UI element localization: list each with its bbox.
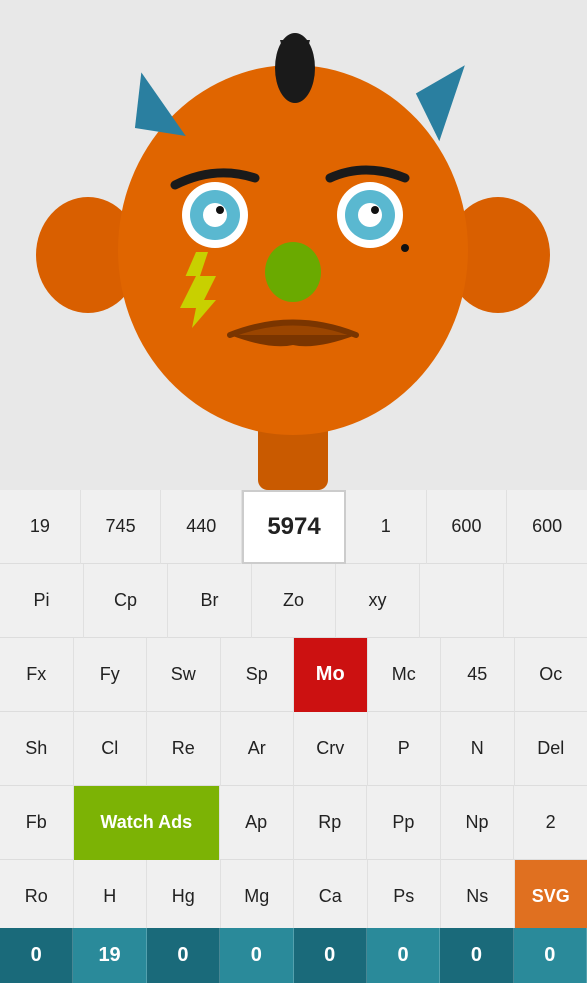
bottom-0a[interactable]: 0 xyxy=(0,928,73,983)
cell-score[interactable]: 5974 xyxy=(242,490,346,564)
cell-600b[interactable]: 600 xyxy=(507,490,587,564)
bottom-0b[interactable]: 0 xyxy=(147,928,220,983)
cell-p[interactable]: P xyxy=(368,712,442,786)
cell-ar[interactable]: Ar xyxy=(221,712,295,786)
row-pi: Pi Cp Br Zo xy xyxy=(0,564,587,638)
bottom-0c[interactable]: 0 xyxy=(220,928,293,983)
cell-ca[interactable]: Ca xyxy=(294,860,368,934)
cell-mg[interactable]: Mg xyxy=(221,860,295,934)
bottom-0g[interactable]: 0 xyxy=(514,928,587,983)
character-svg xyxy=(0,0,587,490)
cell-xy[interactable]: xy xyxy=(336,564,420,638)
cell-440[interactable]: 440 xyxy=(161,490,242,564)
bottom-bar: 0 19 0 0 0 0 0 0 xyxy=(0,928,587,983)
cell-oc[interactable]: Oc xyxy=(515,638,587,712)
cell-crv[interactable]: Crv xyxy=(294,712,368,786)
character-area xyxy=(0,0,587,490)
cell-ps[interactable]: Ps xyxy=(368,860,442,934)
watch-ads-button[interactable]: Watch Ads xyxy=(74,786,220,860)
cell-mc[interactable]: Mc xyxy=(368,638,442,712)
row-fb: Fb Watch Ads Ap Rp Pp Np 2 xyxy=(0,786,587,860)
cell-fy[interactable]: Fy xyxy=(74,638,148,712)
bottom-0d[interactable]: 0 xyxy=(294,928,367,983)
cell-h[interactable]: H xyxy=(74,860,148,934)
row-numbers: 19 745 440 5974 1 600 600 xyxy=(0,490,587,564)
cell-pp[interactable]: Pp xyxy=(367,786,441,860)
grid-area: 19 745 440 5974 1 600 600 Pi Cp Br Zo xy… xyxy=(0,490,587,934)
cell-fx[interactable]: Fx xyxy=(0,638,74,712)
cell-svg[interactable]: SVG xyxy=(515,860,587,934)
cell-pi[interactable]: Pi xyxy=(0,564,84,638)
cell-zo[interactable]: Zo xyxy=(252,564,336,638)
cell-19[interactable]: 19 xyxy=(0,490,81,564)
cell-745[interactable]: 745 xyxy=(81,490,162,564)
cell-np[interactable]: Np xyxy=(441,786,515,860)
cell-ap[interactable]: Ap xyxy=(220,786,294,860)
bottom-0e[interactable]: 0 xyxy=(367,928,440,983)
cell-sw[interactable]: Sw xyxy=(147,638,221,712)
cell-empty1 xyxy=(420,564,504,638)
cell-br[interactable]: Br xyxy=(168,564,252,638)
cell-1[interactable]: 1 xyxy=(346,490,427,564)
cell-sh[interactable]: Sh xyxy=(0,712,74,786)
cell-2[interactable]: 2 xyxy=(514,786,587,860)
row-ro: Ro H Hg Mg Ca Ps Ns SVG xyxy=(0,860,587,934)
cell-mo[interactable]: Mo xyxy=(294,638,368,712)
cell-rp[interactable]: Rp xyxy=(294,786,368,860)
cell-fb[interactable]: Fb xyxy=(0,786,74,860)
bottom-0f[interactable]: 0 xyxy=(440,928,513,983)
cell-hg[interactable]: Hg xyxy=(147,860,221,934)
cell-n[interactable]: N xyxy=(441,712,515,786)
row-fx: Fx Fy Sw Sp Mo Mc 45 Oc xyxy=(0,638,587,712)
cell-cl[interactable]: Cl xyxy=(74,712,148,786)
cell-empty2 xyxy=(504,564,587,638)
bottom-19[interactable]: 19 xyxy=(73,928,146,983)
cell-re[interactable]: Re xyxy=(147,712,221,786)
cell-ro[interactable]: Ro xyxy=(0,860,74,934)
cell-45[interactable]: 45 xyxy=(441,638,515,712)
row-sh: Sh Cl Re Ar Crv P N Del xyxy=(0,712,587,786)
cell-cp[interactable]: Cp xyxy=(84,564,168,638)
cell-600a[interactable]: 600 xyxy=(427,490,508,564)
cell-ns[interactable]: Ns xyxy=(441,860,515,934)
cell-del[interactable]: Del xyxy=(515,712,587,786)
cell-sp[interactable]: Sp xyxy=(221,638,295,712)
